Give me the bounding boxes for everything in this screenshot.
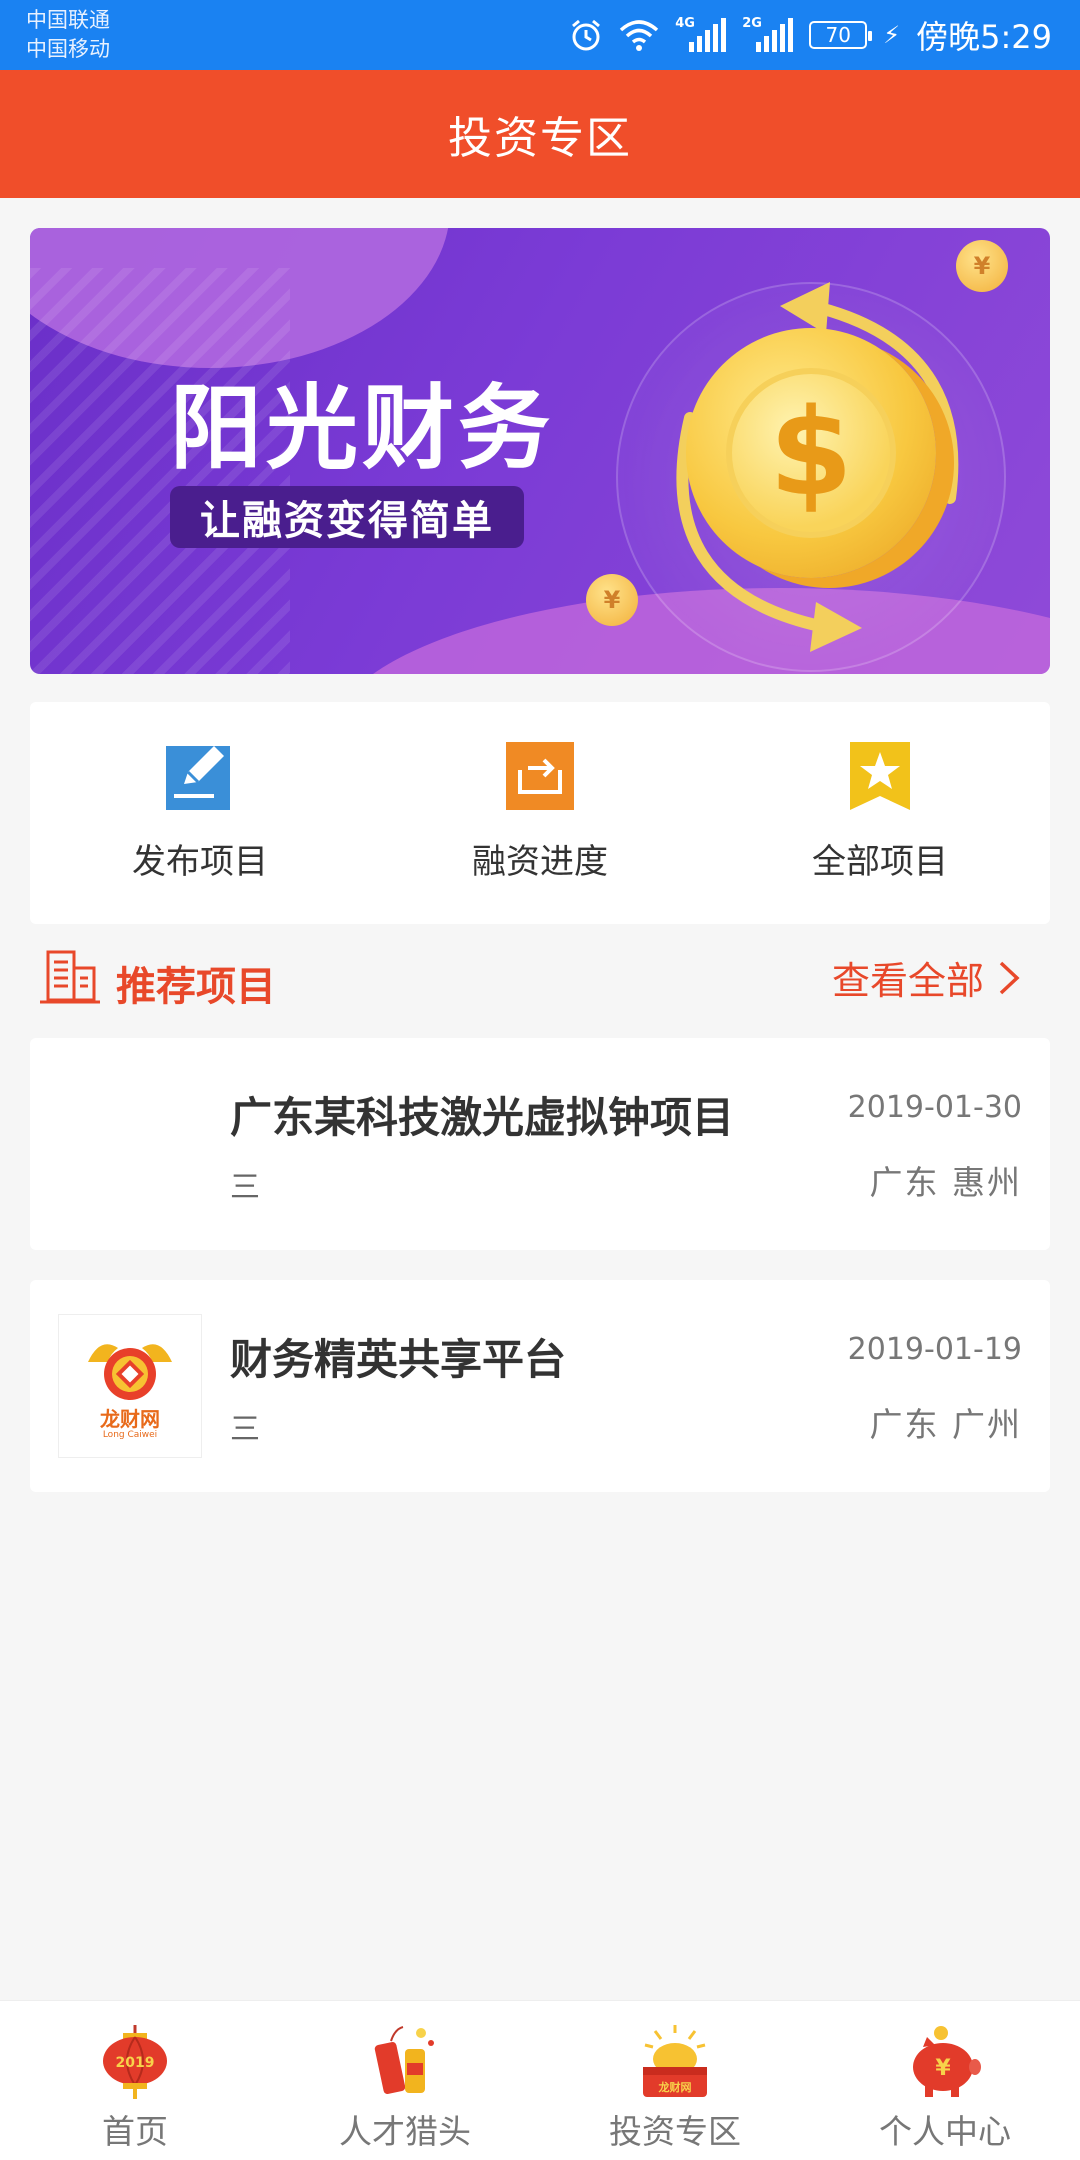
action-label: 发布项目 <box>132 842 268 882</box>
logo-subtext: Long Caiwei <box>102 1429 158 1440</box>
clock: 傍晚5:29 <box>916 18 1052 56</box>
section-title: 推荐项目 <box>116 964 276 1010</box>
logo-text: 龙财网 <box>100 1406 160 1431</box>
project-card[interactable]: 龙财网 Long Caiwei 财务精英共享平台 三 2019-01-19 广东… <box>30 1280 1050 1492</box>
signal-4g-icon: 4G <box>675 16 727 52</box>
project-card[interactable]: 广东某科技激光虚拟钟项目 三 2019-01-30 广东 惠州 <box>30 1038 1050 1250</box>
status-icons: 4G 2G 70 ⚡ 傍晚5:29 <box>569 0 1052 70</box>
longcai-logo-icon <box>88 1343 172 1400</box>
tab-label: 投资专区 <box>609 2112 741 2151</box>
view-all-label: 查看全部 <box>831 959 984 1003</box>
action-label: 全部项目 <box>812 842 948 882</box>
carrier-info: 中国联通 中国移动 <box>26 6 110 64</box>
alarm-icon <box>569 18 603 52</box>
view-all-link[interactable]: 查看全部 <box>832 950 1020 1005</box>
project-meta: 三 <box>230 1412 260 1447</box>
yen-coin-icon: ¥ <box>586 574 638 626</box>
tab-label: 人才猎头 <box>339 2112 471 2151</box>
firecracker-icon <box>374 2026 434 2094</box>
banner-title: 阳光财务 <box>170 375 555 482</box>
treasure-text: 龙财网 <box>658 2080 692 2094</box>
tab-personal-center[interactable]: ¥ 个人中心 <box>810 2001 1080 2160</box>
all-projects-button[interactable]: 全部项目 <box>710 702 1050 924</box>
building-icon <box>40 950 100 1004</box>
project-date: 2019-01-19 <box>847 1332 1022 1367</box>
tab-talent-hunter[interactable]: 人才猎头 <box>270 2001 540 2160</box>
project-meta: 三 <box>230 1170 260 1205</box>
star-icon <box>844 740 916 812</box>
project-logo: 龙财网 Long Caiwei <box>58 1314 202 1458</box>
banner-subtitle: 让融资变得简单 <box>170 486 524 548</box>
network-type-2: 2G <box>742 16 762 31</box>
project-name: 财务精英共享平台 <box>230 1335 567 1384</box>
lantern-year: 2019 <box>116 2055 155 2071</box>
coin-symbol: $ <box>726 368 896 538</box>
lantern-icon: 2019 <box>103 2025 167 2099</box>
financing-progress-button[interactable]: 融资进度 <box>370 702 710 924</box>
carrier-2: 中国移动 <box>26 37 110 61</box>
tab-home[interactable]: 2019 首页 <box>0 2001 270 2160</box>
status-bar: 中国联通 中国移动 4G 2G 70 ⚡ 傍晚5:29 <box>0 0 1080 70</box>
project-date: 2019-01-30 <box>847 1090 1022 1125</box>
carrier-1: 中国联通 <box>26 8 110 32</box>
charging-icon: ⚡ <box>883 21 901 49</box>
bottom-tab-bar: 2019 首页 人才猎头 龙财网 投资专区 ¥ 个人中心 <box>0 2000 1080 2160</box>
project-name: 广东某科技激光虚拟钟项目 <box>230 1093 735 1142</box>
battery-indicator: 70 <box>809 21 873 49</box>
project-location: 广东 惠州 <box>869 1163 1022 1202</box>
tab-label: 个人中心 <box>879 2112 1011 2151</box>
piggy-bank-icon: ¥ <box>913 2026 981 2097</box>
dollar-coin-icon: $ <box>686 328 936 578</box>
export-icon <box>504 740 576 812</box>
project-thumbnail <box>58 1072 202 1216</box>
battery-level: 70 <box>825 23 851 47</box>
tab-investment-zone[interactable]: 龙财网 投资专区 <box>540 2001 810 2160</box>
action-label: 融资进度 <box>472 842 608 882</box>
recommended-section-header: 推荐项目 查看全部 <box>30 948 1050 1012</box>
project-location: 广东 广州 <box>869 1405 1022 1444</box>
publish-project-button[interactable]: 发布项目 <box>30 702 370 924</box>
signal-2g-icon: 2G <box>742 16 794 52</box>
treasure-icon: 龙财网 <box>643 2025 707 2097</box>
chevron-right-icon <box>999 961 1020 994</box>
quick-actions: 发布项目 融资进度 全部项目 <box>30 702 1050 924</box>
promo-banner[interactable]: 阳光财务 让融资变得简单 $ ¥ ¥ <box>30 228 1050 674</box>
piggy-symbol: ¥ <box>935 2056 951 2081</box>
network-type-1: 4G <box>675 16 695 31</box>
tab-label: 首页 <box>102 2112 168 2151</box>
edit-icon <box>164 740 236 812</box>
page-title: 投资专区 <box>448 113 632 164</box>
wifi-icon <box>619 18 659 52</box>
header-bar: 投资专区 <box>0 70 1080 198</box>
yen-coin-icon: ¥ <box>956 240 1008 292</box>
